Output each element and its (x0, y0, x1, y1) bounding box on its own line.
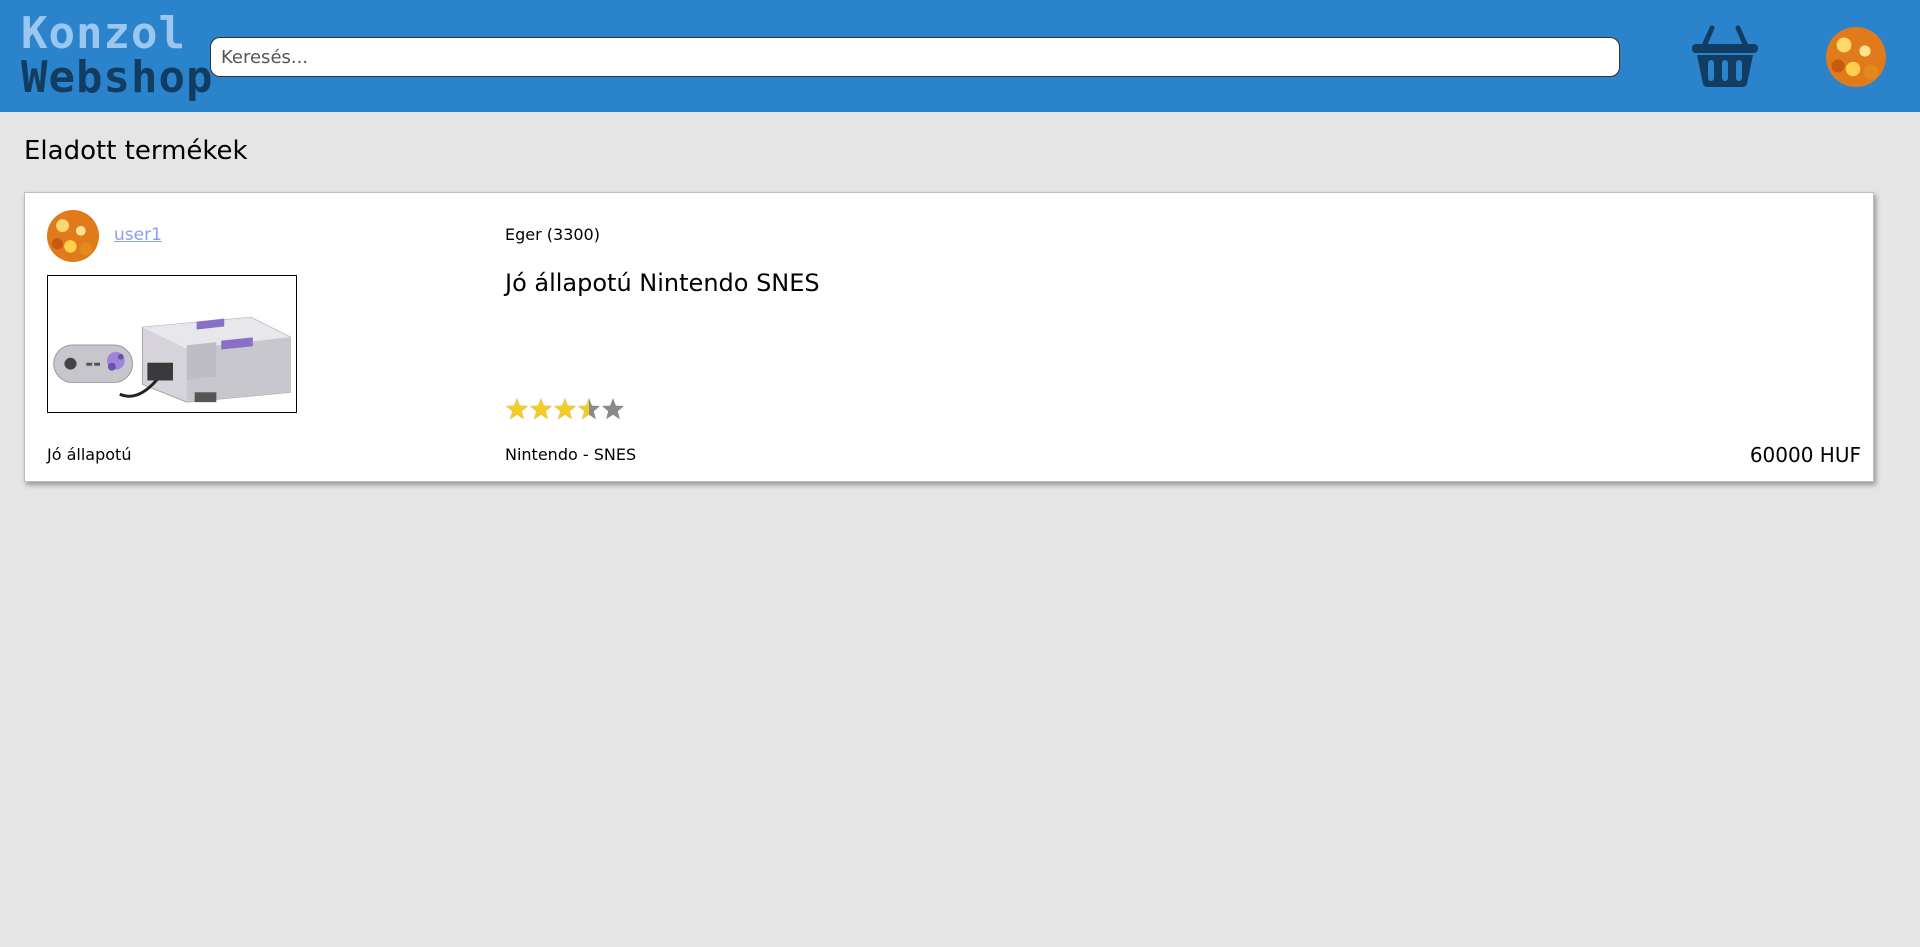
logo-line2: Webshop (21, 52, 214, 103)
rating-stars (505, 395, 625, 423)
condition-label: Jó állapotú (47, 445, 132, 464)
logo[interactable]: Konzol Webshop (21, 12, 213, 100)
page-title: Eladott termékek (24, 136, 248, 166)
search-input[interactable] (210, 37, 1620, 77)
basket-icon[interactable] (1690, 24, 1760, 88)
platform-label: Nintendo - SNES (505, 445, 637, 464)
top-bar: Konzol Webshop (0, 0, 1920, 112)
star-icon (578, 398, 600, 420)
star-icon (554, 398, 576, 420)
star-icon (602, 398, 624, 420)
seller-link[interactable]: user1 (114, 225, 162, 245)
star-icon (530, 398, 552, 420)
logo-line1: Konzol (21, 8, 186, 59)
product-title[interactable]: Jó állapotú Nintendo SNES (505, 269, 820, 297)
user-avatar[interactable] (1826, 27, 1886, 87)
product-card[interactable]: user1 Jó állapotú Eger (3300) Jó állapot… (24, 192, 1874, 482)
location-label: Eger (3300) (505, 225, 600, 244)
product-image[interactable] (47, 275, 297, 413)
star-icon (506, 398, 528, 420)
snes-console-image (53, 316, 291, 403)
seller-avatar (47, 210, 99, 262)
price-label: 60000 HUF (1749, 443, 1861, 467)
